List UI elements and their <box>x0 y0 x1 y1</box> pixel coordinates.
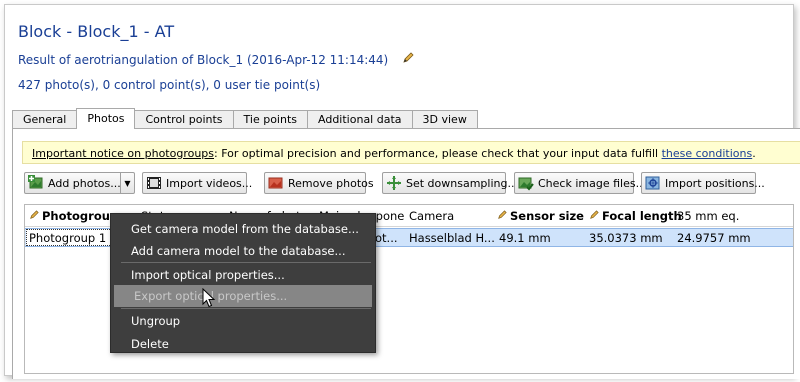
tab-additional-data[interactable]: Additional data <box>307 110 413 129</box>
col-35mm-header[interactable]: 35 mm eq. <box>677 209 739 223</box>
these-conditions-link[interactable]: these conditions <box>662 147 753 160</box>
photo-counts: 427 photo(s), 0 control point(s), 0 user… <box>18 78 321 92</box>
result-subtitle: Result of aerotriangulation of Block_1 (… <box>18 52 414 67</box>
col-focal-length-label: Focal length <box>602 209 682 223</box>
downsampling-icon <box>386 175 402 191</box>
check-image-files-label: Check image files... <box>538 176 647 190</box>
remove-photos-icon <box>268 175 284 191</box>
col-photogroup-label: Photogroup <box>42 209 119 223</box>
tab-photos[interactable]: Photos <box>76 108 136 129</box>
set-downsampling-label: Set downsampling... <box>406 176 518 190</box>
check-image-files-button[interactable]: Check image files... <box>514 172 646 194</box>
menu-item-ungroup[interactable]: Ungroup <box>111 310 375 332</box>
col-sensor-size-label: Sensor size <box>510 209 584 223</box>
menu-item-delete[interactable]: Delete <box>111 333 375 355</box>
menu-item-import-optical[interactable]: Import optical properties... <box>111 264 375 286</box>
menu-separator <box>121 262 371 263</box>
page-title: Block - Block_1 - AT <box>18 22 175 41</box>
notice-end: . <box>752 147 756 160</box>
import-positions-label: Import positions... <box>665 176 765 190</box>
add-photos-label: Add photos... <box>48 176 121 190</box>
edit-pencil-icon <box>497 209 507 223</box>
positions-icon <box>645 175 661 191</box>
tab-general[interactable]: General <box>12 110 78 129</box>
import-videos-label: Import videos... <box>166 176 253 190</box>
import-positions-button[interactable]: Import positions... <box>641 172 765 194</box>
tab-3d-view[interactable]: 3D view <box>411 110 478 129</box>
edit-pencil-icon <box>29 209 39 223</box>
cell-sensor-size: 49.1 mm <box>499 231 551 245</box>
col-sensor-size-header[interactable]: Sensor size <box>497 209 584 223</box>
tab-bar: General Photos Control points Tie points… <box>12 108 478 129</box>
add-photos-button[interactable]: Add photos... ▼ <box>24 172 135 194</box>
menu-separator <box>121 308 371 309</box>
menu-item-add-camera-model[interactable]: Add camera model to the database... <box>111 240 375 262</box>
col-focal-length-header[interactable]: Focal length <box>589 209 682 223</box>
set-downsampling-button[interactable]: Set downsampling... <box>382 172 518 194</box>
col-photogroup-header[interactable]: Photogroup <box>29 209 118 223</box>
remove-photos-label: Remove photos <box>288 176 374 190</box>
result-subtitle-text: Result of aerotriangulation of Block_1 (… <box>18 52 389 67</box>
context-menu: Get camera model from the database... Ad… <box>110 213 376 353</box>
photogroup-notice: Important notice on photogroups: For opt… <box>22 141 800 164</box>
mouse-cursor-icon <box>202 287 216 311</box>
cell-main: ot... <box>375 231 398 245</box>
add-photos-icon <box>28 175 44 191</box>
notice-text: : For optimal precision and performance,… <box>214 147 662 160</box>
cell-camera: Hasselblad H... <box>409 231 495 245</box>
tab-control-points[interactable]: Control points <box>134 110 234 129</box>
film-icon <box>146 175 162 191</box>
cell-35mm: 24.9757 mm <box>677 231 751 245</box>
tab-tie-points[interactable]: Tie points <box>232 110 309 129</box>
add-photos-dropdown-icon[interactable]: ▼ <box>120 173 134 193</box>
important-notice-link[interactable]: Important notice on photogroups <box>32 147 214 160</box>
remove-photos-button[interactable]: Remove photos <box>264 172 374 194</box>
edit-pencil-icon <box>589 209 599 223</box>
col-camera-header[interactable]: Camera <box>409 209 454 223</box>
edit-pencil-icon[interactable] <box>402 52 414 67</box>
check-image-icon <box>518 175 534 191</box>
menu-item-get-camera-model[interactable]: Get camera model from the database... <box>111 218 375 240</box>
menu-item-export-optical[interactable]: Export optical properties... <box>114 285 372 307</box>
cell-focal-length: 35.0373 mm <box>589 231 663 245</box>
import-videos-button[interactable]: Import videos... <box>142 172 252 194</box>
